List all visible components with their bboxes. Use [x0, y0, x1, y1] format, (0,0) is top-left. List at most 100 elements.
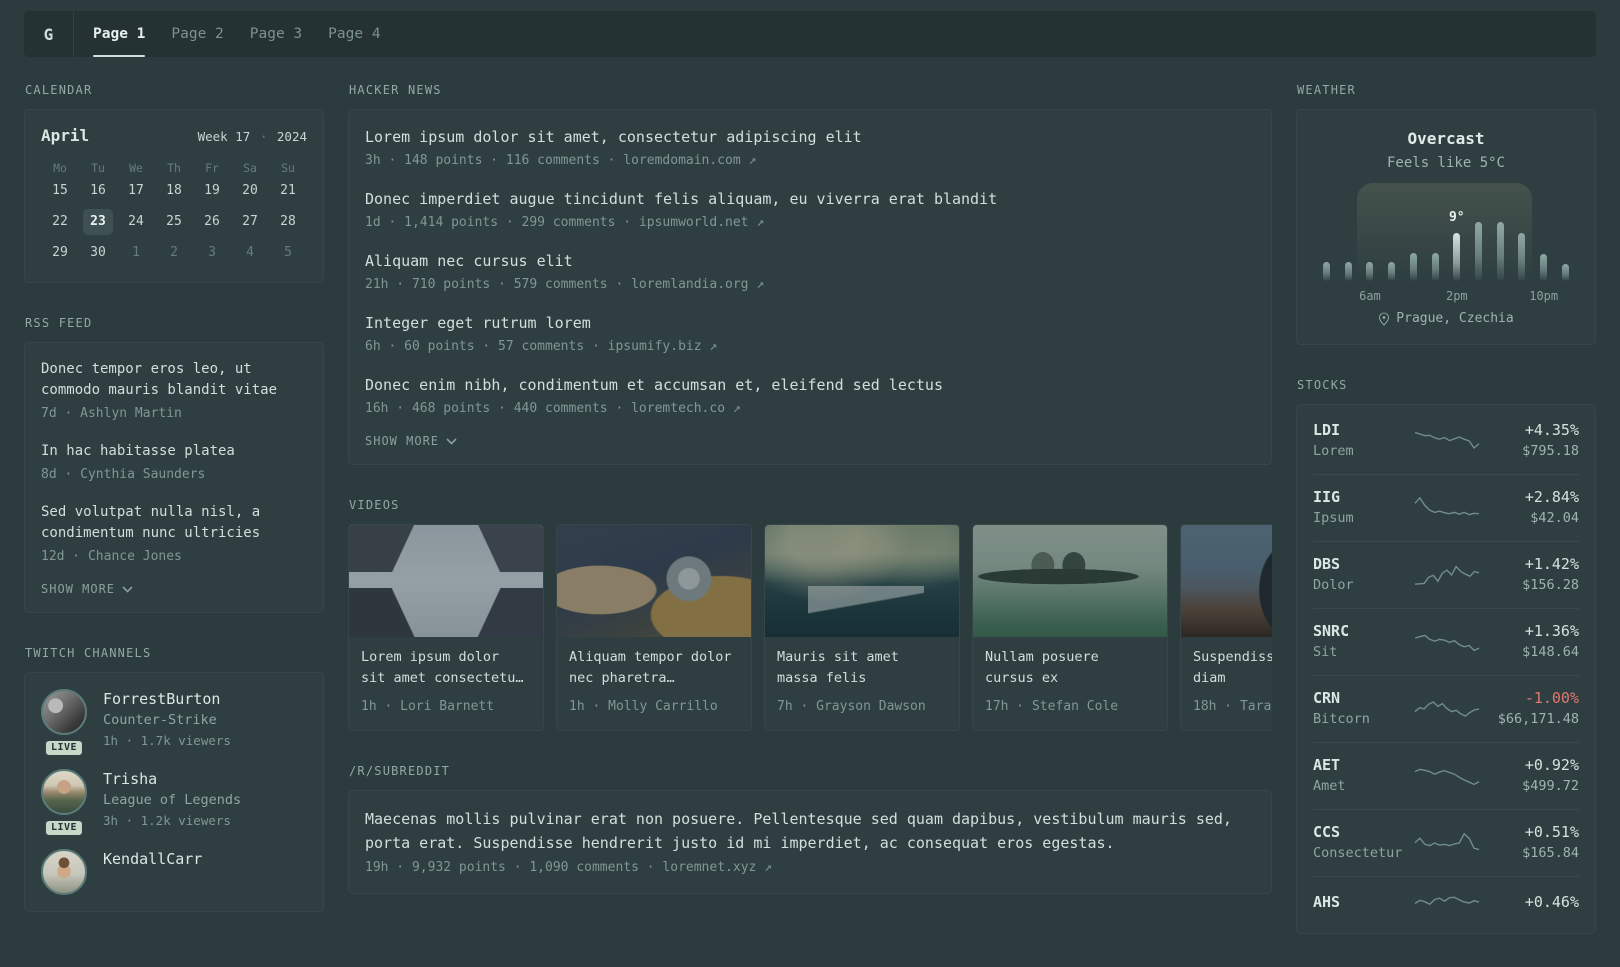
twitch-channel-name[interactable]: Trisha: [103, 769, 241, 790]
weather-feels-like: Feels like 5°C: [1386, 155, 1505, 171]
hackernews-item-source-link[interactable]: loremdomain.com: [623, 153, 740, 168]
stock-row[interactable]: AHS +0.46%: [1313, 877, 1579, 930]
avatar: [41, 849, 87, 895]
hackernews-item-title[interactable]: Integer eget rutrum lorem: [365, 312, 1255, 334]
video-card[interactable]: Suspendisse diam 18h · Tara: [1180, 524, 1272, 731]
twitch-list: LIVE ForrestBurton Counter-Strike 1h · 1…: [41, 689, 307, 895]
twitch-channel-name[interactable]: KendallCarr: [103, 849, 202, 870]
hackernews-item-source-link[interactable]: ipsumworld.net: [639, 215, 749, 230]
weather-section-label: WEATHER: [1297, 83, 1356, 97]
rss-item-title[interactable]: In hac habitasse platea: [41, 441, 307, 462]
rss-item-title[interactable]: Sed volutpat nulla nisl, a condimentum n…: [41, 502, 307, 544]
twitch-channel-meta: 1h · 1.7k viewers: [103, 733, 231, 748]
calendar-section-label: CALENDAR: [25, 83, 93, 97]
hackernews-item-title[interactable]: Lorem ipsum dolor sit amet, consectetur …: [365, 126, 1255, 148]
video-card[interactable]: Mauris sit amet massa felis 7h · Grayson…: [764, 524, 960, 731]
stock-name: Bitcorn: [1313, 711, 1370, 727]
page-tab[interactable]: Page 1: [93, 11, 146, 57]
stock-sparkline: [1414, 896, 1480, 906]
calendar-day: 18: [166, 183, 182, 198]
video-meta: 1h · Molly Carrillo: [569, 699, 718, 714]
stock-identity: AHS: [1313, 892, 1407, 914]
rss-item-meta: 8d · Cynthia Saunders: [41, 467, 206, 482]
hackernews-item-title[interactable]: Donec imperdiet augue tincidunt felis al…: [365, 188, 1255, 210]
stock-row[interactable]: CCS Consectetur +0.51% $165.84: [1313, 810, 1579, 877]
calendar-year: 2024: [276, 129, 307, 144]
stock-sparkline: [1414, 496, 1480, 515]
calendar-grid: Mo Tu We Th Fr Sa Su: [41, 158, 307, 178]
hackernews-item-title[interactable]: Aliquam nec cursus elit: [365, 250, 1255, 272]
stock-row[interactable]: AET Amet +0.92% $499.72: [1313, 743, 1579, 810]
hackernews-item-source-link[interactable]: loremlandia.org: [631, 277, 748, 292]
weather-bar: [1366, 261, 1374, 281]
stock-row[interactable]: CRN Bitcorn -1.00% $66,171.48: [1313, 676, 1579, 743]
weather-condition: Overcast: [1407, 129, 1485, 148]
calendar-weekday: Tu: [91, 161, 105, 175]
rss-show-more-button[interactable]: SHOW MORE: [41, 582, 307, 596]
hackernews-item-title[interactable]: Donec enim nibh, condimentum et accumsan…: [365, 374, 1255, 396]
stock-row[interactable]: SNRC Sit +1.36% $148.64: [1313, 609, 1579, 676]
weather-bar: [1388, 261, 1396, 281]
weather-bar: [1344, 261, 1352, 281]
calendar-header: April Week 17 · 2024: [41, 126, 307, 145]
stock-ticker: LDI: [1313, 421, 1341, 439]
page-tabs: Page 1 Page 2 Page 3 Page 4: [74, 11, 381, 57]
video-card[interactable]: Aliquam tempor dolor nec pharetra… 1h · …: [556, 524, 752, 731]
stock-identity: CCS Consectetur: [1313, 822, 1407, 863]
hackernews-item-source-link[interactable]: ipsumify.biz: [608, 339, 702, 354]
weather-bar-col: [1409, 189, 1417, 281]
hackernews-item-source-link[interactable]: loremtech.co: [631, 401, 725, 416]
page-tab[interactable]: Page 2: [171, 11, 223, 57]
stock-row[interactable]: DBS Dolor +1.42% $156.28: [1313, 542, 1579, 609]
calendar-widget: CALENDAR April Week 17 · 2024 Mo Tu We T…: [24, 83, 324, 283]
hackernews-item-meta: 6h · 60 points · 57 comments · ipsumify.…: [365, 337, 1255, 356]
right-column: WEATHER Overcast Feels like 5°C 6am 9° 2…: [1296, 83, 1596, 967]
weather-bar-col: [1323, 189, 1330, 281]
subreddit-post-title[interactable]: Maecenas mollis pulvinar erat non posuer…: [365, 807, 1255, 855]
hackernews-show-more-button[interactable]: SHOW MORE: [365, 434, 1255, 448]
hackernews-item: Integer eget rutrum lorem 6h · 60 points…: [365, 312, 1255, 356]
hackernews-item-stats: 21h · 710 points · 579 comments ·: [365, 277, 624, 292]
calendar-day: 19: [204, 183, 220, 198]
rss-item-title[interactable]: Donec tempor eros leo, ut commodo mauris…: [41, 359, 307, 401]
stock-spark-wrap: [1407, 889, 1487, 917]
rss-item-meta: 12d · Chance Jones: [41, 549, 182, 564]
weather-bar-col: 6am: [1359, 189, 1381, 303]
external-link-icon: ↗: [709, 339, 718, 354]
calendar-day: 1: [132, 245, 140, 260]
external-link-icon: ↗: [756, 215, 765, 230]
video-card[interactable]: Lorem ipsum dolor sit amet consectetu… 1…: [348, 524, 544, 731]
page-tab[interactable]: Page 3: [250, 11, 302, 57]
twitch-channel-row[interactable]: LIVE Trisha League of Legends 3h · 1.2k …: [41, 769, 307, 837]
weather-location: Prague, Czechia: [1396, 311, 1514, 326]
external-link-icon: ↗: [748, 153, 757, 168]
stocks-widget: STOCKS LDI Lorem +4.35% $795.18 IIG Ipsu…: [1296, 378, 1596, 934]
stock-ticker: AHS: [1313, 893, 1341, 911]
stock-name: Ipsum: [1313, 510, 1354, 526]
left-column: CALENDAR April Week 17 · 2024 Mo Tu We T…: [24, 83, 324, 945]
calendar-separator: ·: [259, 129, 268, 144]
avatar: [41, 689, 87, 735]
video-card[interactable]: Nullam posuere cursus ex 17h · Stefan Co…: [972, 524, 1168, 731]
calendar-day: 16: [90, 183, 106, 198]
twitch-avatar-wrap: LIVE: [41, 689, 87, 757]
stock-ticker: CCS: [1313, 823, 1341, 841]
twitch-channel-row[interactable]: KendallCarr: [41, 849, 307, 895]
twitch-channel-name[interactable]: ForrestBurton: [103, 689, 231, 710]
show-more-label: SHOW MORE: [365, 434, 440, 448]
video-card-body: Nullam posuere cursus ex 17h · Stefan Co…: [973, 637, 1167, 730]
stock-row[interactable]: IIG Ipsum +2.84% $42.04: [1313, 475, 1579, 542]
hackernews-widget: HACKER NEWS Lorem ipsum dolor sit amet, …: [348, 83, 1272, 465]
app-logo[interactable]: G: [24, 11, 74, 57]
page-tab[interactable]: Page 4: [328, 11, 380, 57]
weather-bar: [1323, 261, 1330, 281]
video-thumbnail: [557, 525, 751, 637]
video-meta: 17h · Stefan Cole: [985, 699, 1119, 714]
stock-row[interactable]: LDI Lorem +4.35% $795.18: [1313, 408, 1579, 475]
hackernews-item-meta: 16h · 468 points · 440 comments · loremt…: [365, 399, 1255, 418]
twitch-channel-row[interactable]: LIVE ForrestBurton Counter-Strike 1h · 1…: [41, 689, 307, 757]
stock-price: $156.28: [1522, 577, 1579, 593]
calendar-week-number: 17: [235, 129, 251, 144]
subreddit-post-source-link[interactable]: loremnet.xyz: [662, 860, 756, 875]
weather-bar-col: [1344, 189, 1352, 281]
